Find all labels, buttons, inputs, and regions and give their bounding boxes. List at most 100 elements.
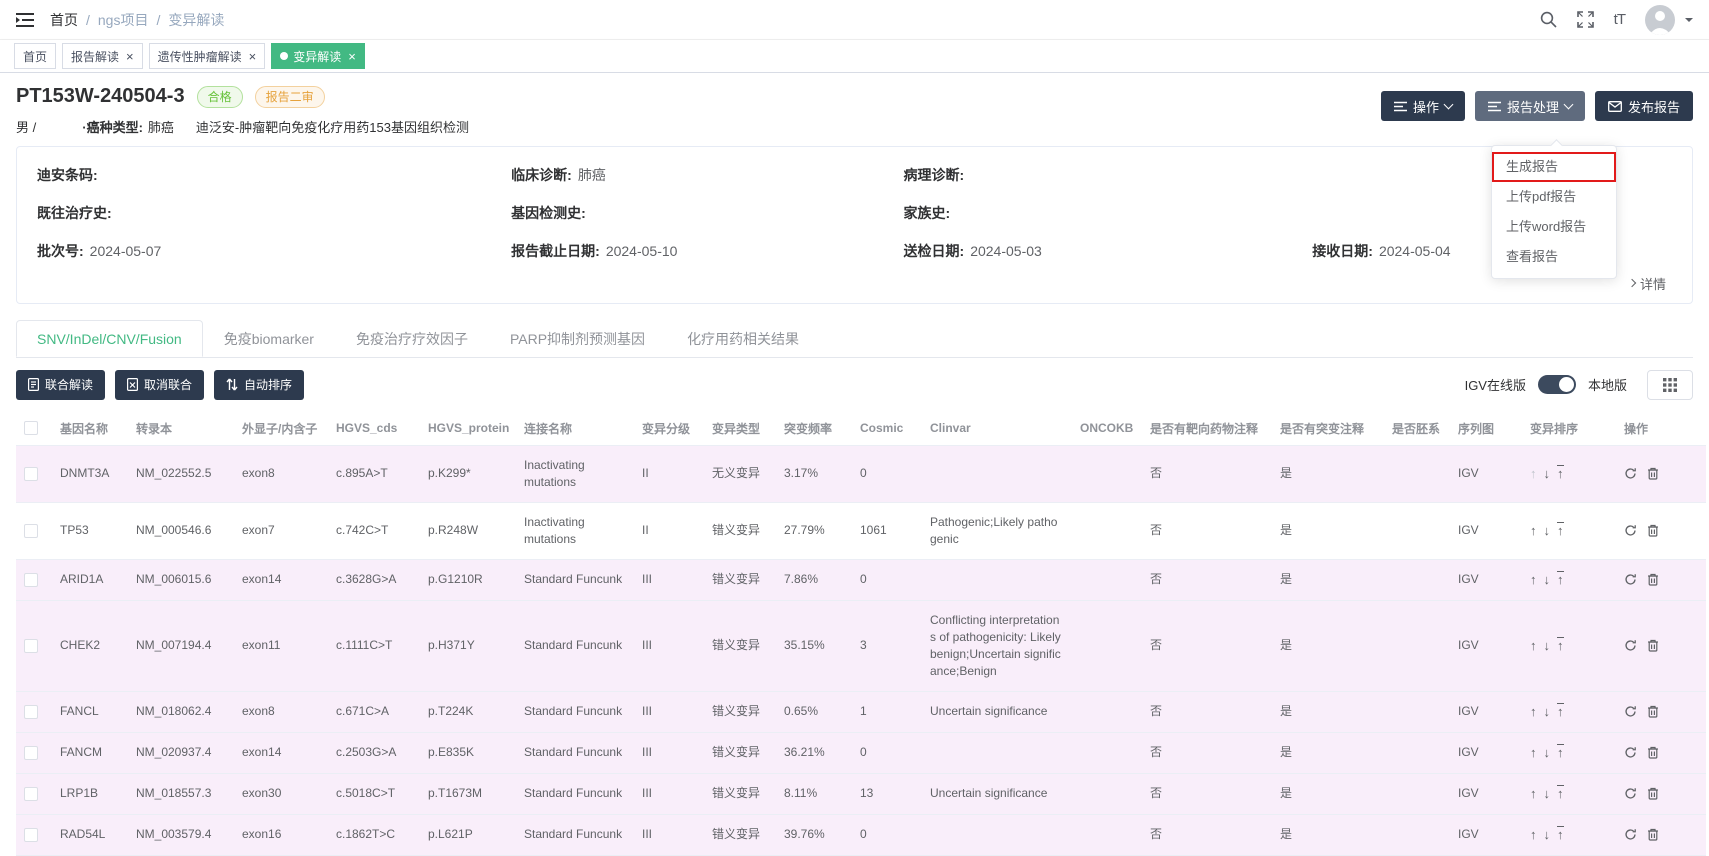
row-checkbox-cell xyxy=(16,445,52,502)
delete-icon[interactable] xyxy=(1647,573,1659,586)
move-up-icon[interactable]: ↑ xyxy=(1530,744,1537,761)
refresh-icon[interactable] xyxy=(1624,828,1637,841)
menu-item-0[interactable]: 生成报告 xyxy=(1492,152,1616,182)
cell-transcript: NM_000546.6 xyxy=(128,502,234,559)
row-checkbox[interactable] xyxy=(24,828,38,842)
publish-report-button[interactable]: 发布报告 xyxy=(1595,91,1693,121)
close-tab-icon[interactable]: × xyxy=(348,50,356,63)
row-checkbox[interactable] xyxy=(24,746,38,760)
move-down-icon[interactable]: ↓ xyxy=(1544,522,1551,539)
refresh-icon[interactable] xyxy=(1624,787,1637,800)
row-checkbox[interactable] xyxy=(24,467,38,481)
menu-item-2[interactable]: 上传word报告 xyxy=(1492,212,1616,242)
move-to-top-icon[interactable]: ↑ xyxy=(1557,637,1564,652)
detail-link[interactable]: 详情 xyxy=(1629,274,1666,293)
move-to-top-icon[interactable]: ↑ xyxy=(1557,522,1564,537)
close-tab-icon[interactable]: × xyxy=(249,50,257,63)
delete-icon[interactable] xyxy=(1647,828,1659,841)
row-checkbox[interactable] xyxy=(24,787,38,801)
delete-icon[interactable] xyxy=(1647,705,1659,718)
auto-sort-button[interactable]: 自动排序 xyxy=(214,370,304,400)
cell-link-name: Standard Funcunk xyxy=(516,559,634,600)
move-up-icon[interactable]: ↑ xyxy=(1530,826,1537,843)
operate-button[interactable]: 操作 xyxy=(1381,91,1465,121)
move-up-icon[interactable]: ↑ xyxy=(1530,703,1537,720)
move-down-icon[interactable]: ↓ xyxy=(1544,785,1551,802)
cell-hgvs-protein: p.T224K xyxy=(420,691,516,732)
tab-3[interactable]: PARP抑制剂预测基因 xyxy=(489,320,666,357)
move-up-icon[interactable]: ↑ xyxy=(1530,785,1537,802)
menu-item-1[interactable]: 上传pdf报告 xyxy=(1492,182,1616,212)
igv-link[interactable]: IGV xyxy=(1450,814,1522,855)
delete-icon[interactable] xyxy=(1647,746,1659,759)
igv-link[interactable]: IGV xyxy=(1450,732,1522,773)
cell-clinvar: Uncertain significance xyxy=(922,773,1072,814)
select-all-checkbox[interactable] xyxy=(24,421,38,435)
tab-1[interactable]: 免疫biomarker xyxy=(203,320,335,357)
move-to-top-icon[interactable]: ↑ xyxy=(1557,703,1564,718)
view-tab-1[interactable]: 报告解读× xyxy=(62,43,143,69)
tab-2[interactable]: 免疫治疗疗效因子 xyxy=(335,320,489,357)
move-up-icon[interactable]: ↑ xyxy=(1530,465,1537,482)
row-checkbox[interactable] xyxy=(24,524,38,538)
refresh-icon[interactable] xyxy=(1624,467,1637,480)
move-down-icon[interactable]: ↓ xyxy=(1544,571,1551,588)
menu-item-3[interactable]: 查看报告 xyxy=(1492,242,1616,272)
cell-variant-type: 错义变异 xyxy=(704,773,776,814)
row-checkbox[interactable] xyxy=(24,573,38,587)
move-down-icon[interactable]: ↓ xyxy=(1544,637,1551,654)
font-size-icon[interactable]: tT xyxy=(1614,11,1625,28)
collapse-menu-icon[interactable] xyxy=(16,12,34,28)
refresh-icon[interactable] xyxy=(1624,524,1637,537)
refresh-icon[interactable] xyxy=(1624,639,1637,652)
cell-cosmic: 0 xyxy=(852,814,922,855)
move-to-top-icon[interactable]: ↑ xyxy=(1557,785,1564,800)
fullscreen-icon[interactable] xyxy=(1577,11,1594,28)
detail-link-label: 详情 xyxy=(1640,274,1666,293)
igv-link[interactable]: IGV xyxy=(1450,445,1522,502)
refresh-icon[interactable] xyxy=(1624,705,1637,718)
move-to-top-icon[interactable]: ↑ xyxy=(1557,465,1564,480)
breadcrumb-home[interactable]: 首页 xyxy=(50,10,78,30)
igv-link[interactable]: IGV xyxy=(1450,559,1522,600)
igv-link[interactable]: IGV xyxy=(1450,600,1522,691)
tab-0[interactable]: SNV/InDel/CNV/Fusion xyxy=(16,320,203,357)
move-down-icon[interactable]: ↓ xyxy=(1544,744,1551,761)
tab-4[interactable]: 化疗用药相关结果 xyxy=(666,320,820,357)
move-up-icon[interactable]: ↑ xyxy=(1530,522,1537,539)
move-up-icon[interactable]: ↑ xyxy=(1530,637,1537,654)
view-tab-2[interactable]: 遗传性肿瘤解读× xyxy=(149,43,266,69)
breadcrumb-project[interactable]: ngs项目 xyxy=(98,10,149,30)
move-to-top-icon[interactable]: ↑ xyxy=(1557,826,1564,841)
report-process-button[interactable]: 报告处理 xyxy=(1475,91,1585,121)
row-checkbox[interactable] xyxy=(24,705,38,719)
move-down-icon[interactable]: ↓ xyxy=(1544,703,1551,720)
delete-icon[interactable] xyxy=(1647,639,1659,652)
refresh-icon[interactable] xyxy=(1624,573,1637,586)
move-down-icon[interactable]: ↓ xyxy=(1544,465,1551,482)
search-icon[interactable] xyxy=(1540,11,1557,28)
igv-link[interactable]: IGV xyxy=(1450,502,1522,559)
move-up-icon[interactable]: ↑ xyxy=(1530,571,1537,588)
info-field-value: 肺癌 xyxy=(578,167,606,183)
avatar-caret-icon[interactable] xyxy=(1685,18,1693,26)
cancel-joint-button[interactable]: 取消联合 xyxy=(115,370,204,400)
igv-link[interactable]: IGV xyxy=(1450,691,1522,732)
move-to-top-icon[interactable]: ↑ xyxy=(1557,744,1564,759)
row-checkbox[interactable] xyxy=(24,639,38,653)
move-down-icon[interactable]: ↓ xyxy=(1544,826,1551,843)
view-tab-3[interactable]: 变异解读× xyxy=(271,43,365,69)
joint-interpret-button[interactable]: 联合解读 xyxy=(16,370,105,400)
igv-link[interactable]: IGV xyxy=(1450,773,1522,814)
move-to-top-icon[interactable]: ↑ xyxy=(1557,571,1564,586)
close-tab-icon[interactable]: × xyxy=(126,50,134,63)
column-settings-button[interactable] xyxy=(1647,370,1693,400)
delete-icon[interactable] xyxy=(1647,524,1659,537)
delete-icon[interactable] xyxy=(1647,467,1659,480)
igv-version-toggle[interactable] xyxy=(1538,375,1576,394)
avatar[interactable] xyxy=(1645,5,1675,35)
column-header-9: Cosmic xyxy=(852,412,922,446)
view-tab-0[interactable]: 首页 xyxy=(14,43,56,69)
refresh-icon[interactable] xyxy=(1624,746,1637,759)
delete-icon[interactable] xyxy=(1647,787,1659,800)
